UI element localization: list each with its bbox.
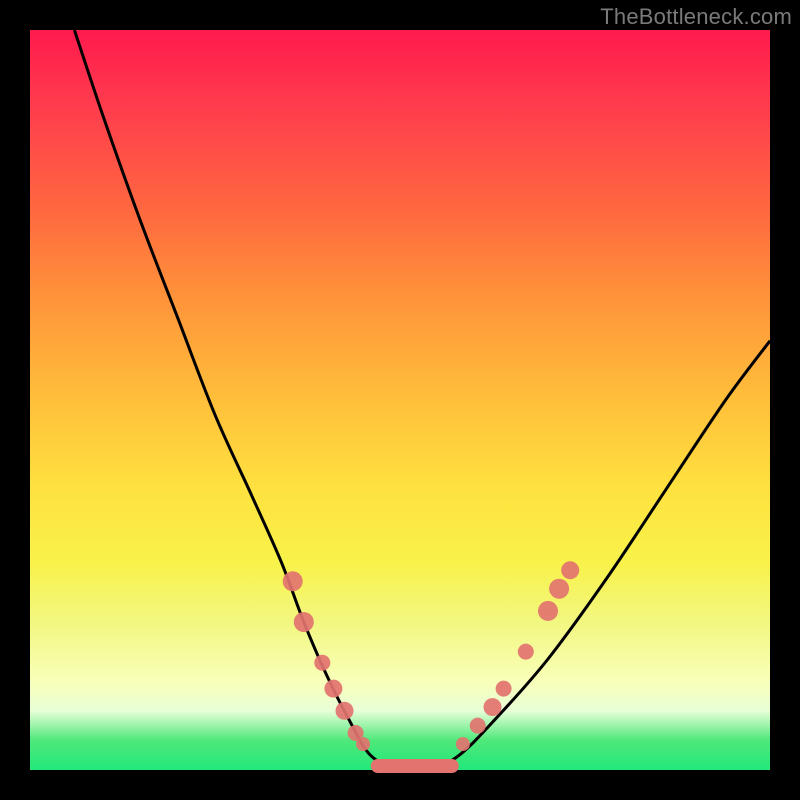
marker-dot — [336, 702, 354, 720]
marker-dot — [470, 718, 486, 734]
plot-area — [30, 30, 770, 770]
marker-dot — [456, 737, 470, 751]
marker-dot — [518, 644, 534, 660]
marker-dot — [484, 698, 502, 716]
chart-svg — [30, 30, 770, 770]
marker-dot — [283, 571, 303, 591]
marker-dot — [324, 680, 342, 698]
marker-dot — [561, 561, 579, 579]
marker-dot — [356, 737, 370, 751]
marker-dot — [314, 655, 330, 671]
marker-dot — [294, 612, 314, 632]
chart-frame: TheBottleneck.com — [0, 0, 800, 800]
marker-group — [283, 561, 580, 751]
marker-dot — [538, 601, 558, 621]
watermark-text: TheBottleneck.com — [600, 4, 792, 30]
marker-dot — [549, 579, 569, 599]
bottleneck-curve — [74, 30, 770, 772]
marker-dot — [496, 681, 512, 697]
